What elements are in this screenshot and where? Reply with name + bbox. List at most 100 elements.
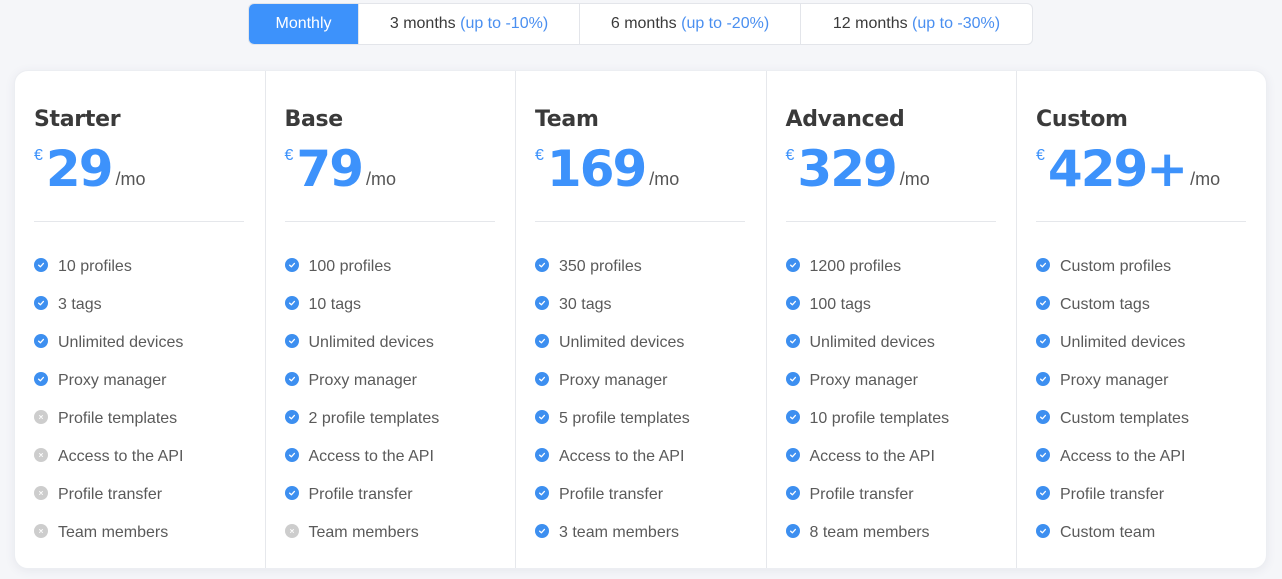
check-circle-icon (535, 524, 549, 538)
check-circle-icon (535, 258, 549, 272)
check-circle-icon (34, 334, 48, 348)
plan-base: Base €79/mo 100 profiles 10 tags Unlimited d… (266, 71, 516, 568)
feature-text: 5 profile templates (559, 410, 690, 427)
feature-item: Profile transfer (785, 476, 997, 514)
feature-text: Access to the API (559, 448, 685, 465)
tab-monthly[interactable]: Monthly (249, 4, 359, 44)
check-circle-icon (1036, 334, 1050, 348)
feature-text: 10 tags (308, 296, 361, 313)
feature-text: 1200 profiles (809, 258, 902, 275)
divider (34, 221, 244, 222)
check-circle-icon (1036, 410, 1050, 424)
feature-text: 8 team members (809, 524, 930, 541)
feature-text: Proxy manager (559, 372, 668, 389)
feature-item: Profile transfer (1036, 476, 1246, 514)
feature-item: 30 tags (535, 286, 746, 324)
divider (785, 221, 996, 222)
check-circle-icon (785, 258, 800, 272)
feature-item: Access to the API (284, 438, 496, 476)
feature-item: Unlimited devices (535, 324, 746, 362)
feature-text: Proxy manager (308, 372, 418, 389)
check-circle-icon (785, 448, 800, 462)
feature-item: 1200 profiles (785, 248, 997, 286)
feature-item: Proxy manager (535, 362, 746, 400)
feature-text: Team members (58, 524, 169, 541)
tab-12-months[interactable]: 12 months (up to -30%) (801, 4, 1032, 44)
tab-6-months[interactable]: 6 months (up to -20%) (580, 4, 801, 44)
feature-text: Unlimited devices (58, 334, 184, 351)
feature-item: 100 profiles (284, 248, 496, 286)
check-circle-icon (1036, 448, 1050, 462)
plan-price: €169/mo (535, 141, 746, 203)
plan-name: Team (535, 107, 599, 132)
check-circle-icon (34, 296, 48, 310)
feature-item: Access to the API (1036, 438, 1246, 476)
check-circle-icon (284, 410, 299, 424)
price-amount: 79 (296, 140, 364, 198)
feature-item: Custom profiles (1036, 248, 1246, 286)
check-circle-icon (1036, 524, 1050, 538)
feature-text: 3 team members (559, 524, 680, 541)
plan-name: Custom (1036, 107, 1128, 132)
check-circle-icon (785, 486, 800, 500)
billing-period-switch: Monthly 3 months (up to -10%) 6 months (… (248, 3, 1033, 45)
price-period: /mo (366, 169, 397, 189)
feature-text: Access to the API (58, 448, 184, 465)
feature-item: 100 tags (785, 286, 997, 324)
feature-text: Proxy manager (809, 372, 919, 389)
feature-item: Profile templates (34, 400, 245, 438)
feature-text: Unlimited devices (809, 334, 935, 351)
currency-symbol: € (34, 147, 43, 164)
check-circle-icon (535, 372, 549, 386)
plan-name: Base (284, 107, 344, 132)
check-circle-icon (284, 258, 299, 272)
feature-text: Access to the API (809, 448, 935, 465)
currency-symbol: € (1036, 147, 1045, 164)
check-circle-icon (34, 372, 48, 386)
feature-text: 350 profiles (559, 258, 642, 275)
check-circle-icon (535, 486, 549, 500)
plan-price: €79/mo (285, 141, 496, 203)
tab-label: Monthly (275, 15, 332, 32)
feature-text: Profile transfer (809, 486, 914, 503)
feature-item: 3 tags (34, 286, 245, 324)
pricing-plans: Starter €29/mo 10 profiles 3 tags Unlimited … (14, 70, 1267, 569)
feature-item: 2 profile templates (284, 400, 496, 438)
feature-list: 350 profiles 30 tags Unlimited devices Prox… (535, 248, 746, 552)
check-circle-icon (785, 524, 800, 538)
tab-label: 3 months (389, 15, 461, 32)
feature-item: Team members (34, 514, 245, 552)
feature-text: Profile transfer (308, 486, 413, 503)
feature-text: Profile transfer (1060, 486, 1165, 503)
check-circle-icon (1036, 258, 1050, 272)
tab-discount: (up to -10%) (460, 15, 549, 32)
price-period: /mo (899, 169, 930, 189)
plan-starter: Starter €29/mo 10 profiles 3 tags Unlimited … (15, 71, 266, 568)
feature-item: Custom team (1036, 514, 1246, 552)
divider (1036, 221, 1246, 222)
check-circle-icon (284, 448, 299, 462)
plan-name: Starter (34, 107, 121, 132)
plan-custom: Custom €429+/mo Custom profiles Custom tags… (1017, 71, 1266, 568)
feature-text: Access to the API (1060, 448, 1186, 465)
feature-item: 3 team members (535, 514, 746, 552)
feature-list: 10 profiles 3 tags Unlimited devices Proxy … (34, 248, 245, 552)
feature-item: Proxy manager (284, 362, 496, 400)
feature-text: Proxy manager (58, 372, 167, 389)
tab-3-months[interactable]: 3 months (up to -10%) (359, 4, 580, 44)
feature-item: 10 profile templates (785, 400, 997, 438)
feature-text: Proxy manager (1060, 372, 1169, 389)
divider (284, 221, 495, 222)
feature-item: Profile transfer (284, 476, 496, 514)
plan-price: €429+/mo (1036, 141, 1246, 203)
feature-item: Team members (284, 514, 496, 552)
feature-item: Access to the API (34, 438, 245, 476)
x-circle-icon (34, 486, 48, 500)
plan-team: Team €169/mo 350 profiles 30 tags Unlimited … (516, 71, 767, 568)
feature-item: Access to the API (785, 438, 997, 476)
check-circle-icon (1036, 486, 1050, 500)
feature-text: Custom profiles (1060, 258, 1172, 275)
currency-symbol: € (284, 147, 294, 164)
feature-item: Profile transfer (34, 476, 245, 514)
feature-text: Profile transfer (559, 486, 664, 503)
